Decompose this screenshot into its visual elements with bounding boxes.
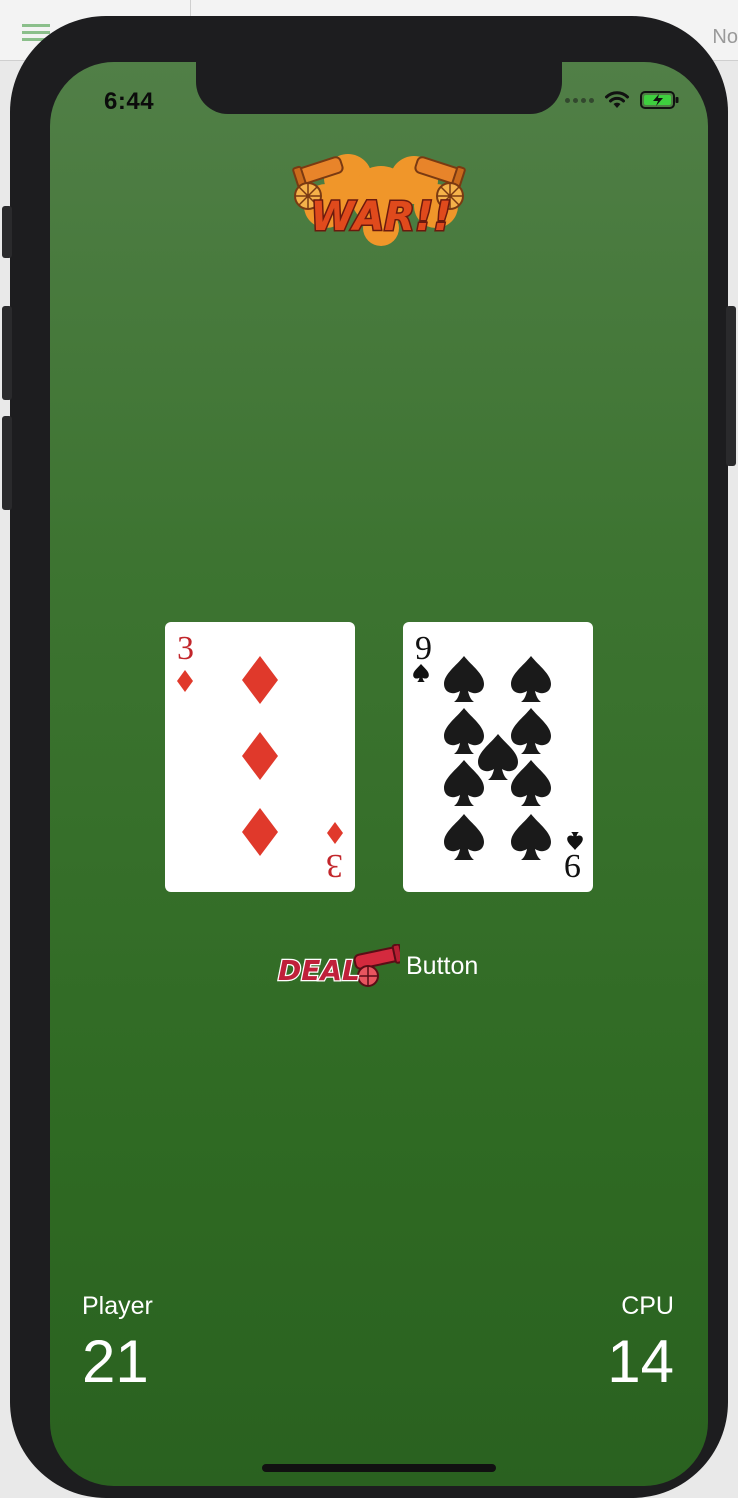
status-time: 6:44 [104,88,155,115]
diamond-icon [177,670,193,692]
war-logo: WAR!! [286,150,472,248]
player-score-label: Player [82,1292,153,1320]
cpu-card-rank-top: 9 [415,630,432,667]
battery-charging-icon [640,91,679,109]
diamond-icon [327,822,343,844]
deal-cannon-image: DEAL [277,944,400,988]
spade-icon [444,760,484,806]
deal-image-text: DEAL [278,954,360,987]
spade-icon [444,656,484,702]
power-button [726,306,736,466]
deal-button-label: Button [406,951,479,980]
deal-button[interactable]: DEAL Button [276,942,490,990]
cpu-card: 9 9 [403,622,593,892]
cpu-card-rank-bottom: 9 [564,847,581,884]
spade-icon [511,760,551,806]
player-card-rank-top: 3 [177,630,194,667]
diamond-icon [242,808,278,856]
home-indicator[interactable] [262,1464,496,1472]
phone-frame: 6:44 WAR!! 3 3 9 9 DEAL Button Player 21… [2,16,736,1498]
signal-dots-icon [565,97,594,103]
player-score-value: 21 [82,1328,149,1395]
diamond-icon [242,656,278,704]
war-logo-image: WAR!! [292,154,466,246]
editor-nav-text: No [712,26,738,48]
diamond-icon [242,732,278,780]
wifi-icon [605,91,629,108]
spade-icon [444,814,484,860]
spade-icon [511,656,551,702]
player-card: 3 3 [165,622,355,892]
volume-down-button [2,416,12,510]
notch [196,62,562,114]
volume-up-button [2,306,12,400]
mute-switch [2,206,12,258]
player-card-rank-bottom: 3 [326,847,343,884]
spade-icon [511,814,551,860]
cpu-score-value: 14 [607,1328,674,1395]
war-logo-text: WAR!! [311,194,452,240]
app-screen: 6:44 WAR!! 3 3 9 9 DEAL Button Player 21… [50,62,708,1486]
spade-icon [413,664,429,682]
status-icons [565,90,680,110]
cpu-score-label: CPU [621,1292,674,1320]
